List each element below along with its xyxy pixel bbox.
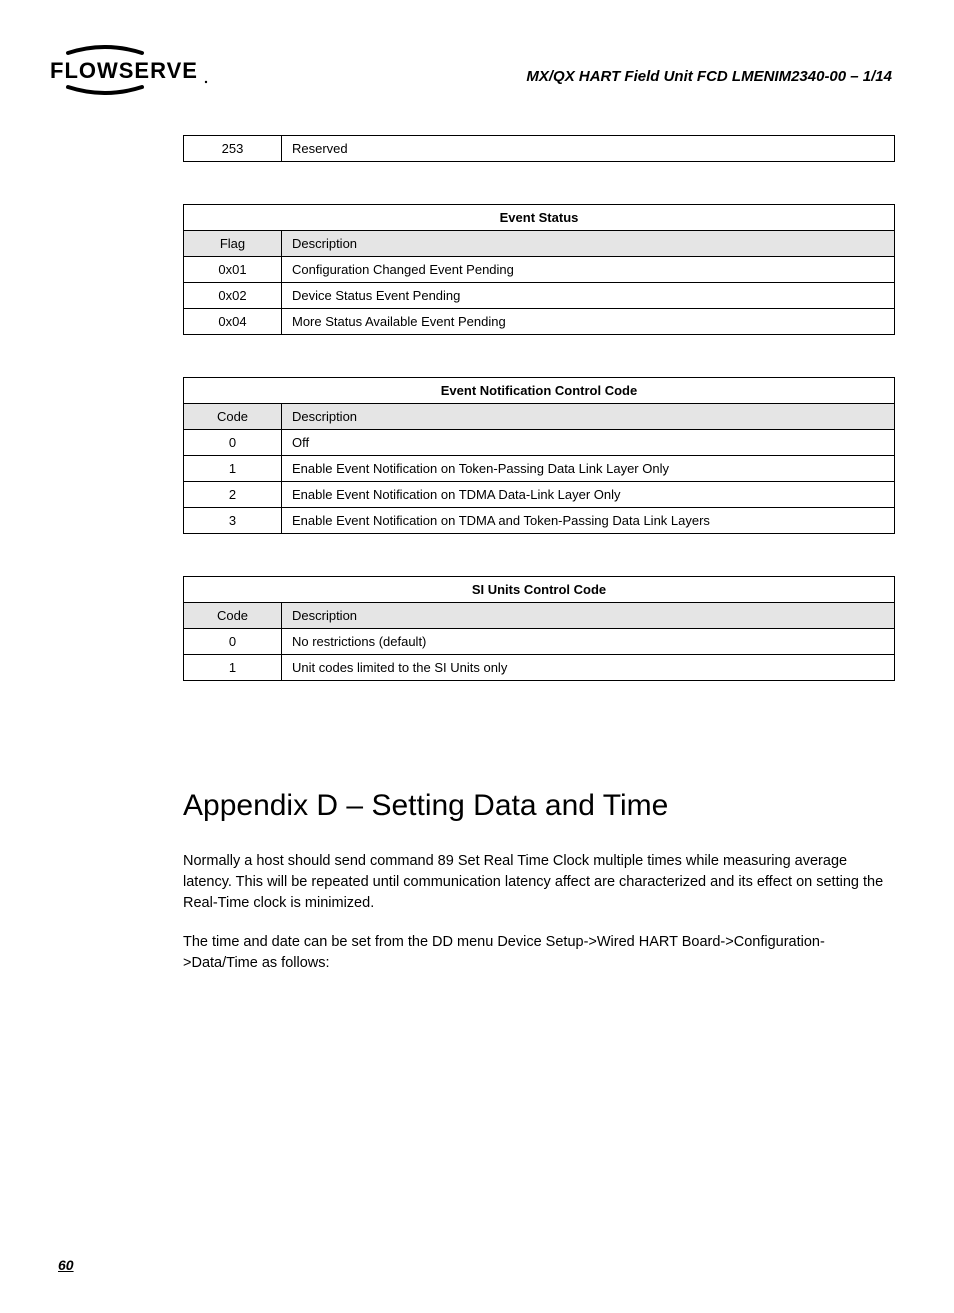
code-cell: 0x04 (184, 309, 282, 335)
table-header-row: Code Description (184, 404, 895, 430)
col-header: Code (184, 603, 282, 629)
desc-cell: Unit codes limited to the SI Units only (282, 655, 895, 681)
desc-cell: More Status Available Event Pending (282, 309, 895, 335)
table-row: 3 Enable Event Notification on TDMA and … (184, 508, 895, 534)
table-title-row: Event Status (184, 205, 895, 231)
code-cell: 2 (184, 482, 282, 508)
page-content: 253 Reserved Event Status Flag Descripti… (183, 135, 895, 992)
table-row: 0x02 Device Status Event Pending (184, 283, 895, 309)
desc-cell: Device Status Event Pending (282, 283, 895, 309)
appendix-heading: Appendix D – Setting Data and Time (183, 789, 895, 823)
table-title: Event Notification Control Code (184, 378, 895, 404)
code-cell: 0 (184, 629, 282, 655)
table-title-row: Event Notification Control Code (184, 378, 895, 404)
body-paragraph: The time and date can be set from the DD… (183, 932, 895, 974)
table-title: SI Units Control Code (184, 577, 895, 603)
code-cell: 1 (184, 456, 282, 482)
desc-cell: Enable Event Notification on Token-Passi… (282, 456, 895, 482)
table-row: 253 Reserved (184, 136, 895, 162)
col-header: Description (282, 231, 895, 257)
desc-cell: Configuration Changed Event Pending (282, 257, 895, 283)
desc-cell: No restrictions (default) (282, 629, 895, 655)
code-cell: 0x01 (184, 257, 282, 283)
body-paragraph: Normally a host should send command 89 S… (183, 851, 895, 914)
code-cell: 253 (184, 136, 282, 162)
col-header: Description (282, 404, 895, 430)
table-row: 1 Enable Event Notification on Token-Pas… (184, 456, 895, 482)
reserved-table: 253 Reserved (183, 135, 895, 162)
table-header-row: Code Description (184, 603, 895, 629)
col-header: Flag (184, 231, 282, 257)
si-units-table: SI Units Control Code Code Description 0… (183, 576, 895, 681)
code-cell: 1 (184, 655, 282, 681)
table-row: 0x04 More Status Available Event Pending (184, 309, 895, 335)
svg-text:FLOWSERVE: FLOWSERVE (50, 58, 198, 83)
table-row: 0 No restrictions (default) (184, 629, 895, 655)
event-notification-table: Event Notification Control Code Code Des… (183, 377, 895, 534)
table-row: 0x01 Configuration Changed Event Pending (184, 257, 895, 283)
desc-cell: Enable Event Notification on TDMA and To… (282, 508, 895, 534)
table-row: 2 Enable Event Notification on TDMA Data… (184, 482, 895, 508)
desc-cell: Off (282, 430, 895, 456)
event-status-table: Event Status Flag Description 0x01 Confi… (183, 204, 895, 335)
page-number: 60 (58, 1257, 74, 1273)
table-title: Event Status (184, 205, 895, 231)
col-header: Description (282, 603, 895, 629)
table-header-row: Flag Description (184, 231, 895, 257)
table-title-row: SI Units Control Code (184, 577, 895, 603)
code-cell: 0 (184, 430, 282, 456)
table-row: 0 Off (184, 430, 895, 456)
desc-cell: Enable Event Notification on TDMA Data-L… (282, 482, 895, 508)
code-cell: 3 (184, 508, 282, 534)
desc-cell: Reserved (282, 136, 895, 162)
flowserve-logo: FLOWSERVE (50, 45, 215, 95)
code-cell: 0x02 (184, 283, 282, 309)
table-row: 1 Unit codes limited to the SI Units onl… (184, 655, 895, 681)
document-header: MX/QX HART Field Unit FCD LMENIM2340-00 … (526, 68, 892, 85)
col-header: Code (184, 404, 282, 430)
